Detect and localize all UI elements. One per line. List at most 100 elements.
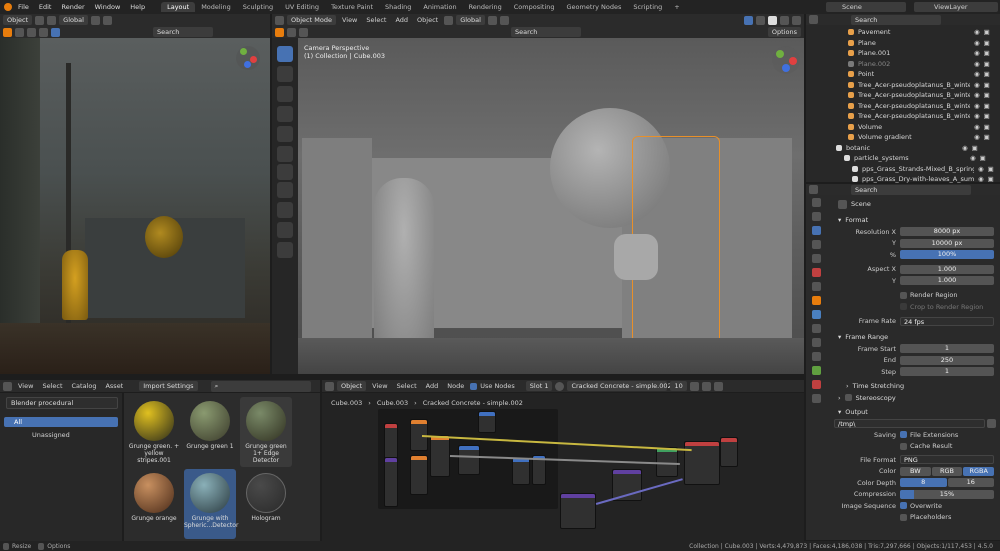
- editor-type-icon[interactable]: [275, 15, 284, 25]
- xray-icon[interactable]: [756, 15, 765, 25]
- node-mix-2[interactable]: [512, 457, 530, 485]
- outliner-item[interactable]: Pavement ◉ ▣: [836, 27, 1000, 38]
- render-camera-icon[interactable]: ▣: [984, 39, 990, 47]
- rendered-shading-icon[interactable]: [792, 15, 801, 25]
- select-extend-icon[interactable]: [27, 27, 36, 37]
- add-workspace-icon[interactable]: +: [668, 2, 685, 12]
- snapping-icon[interactable]: [487, 15, 497, 25]
- render-region-checkbox[interactable]: [900, 291, 907, 299]
- viewport-menu-view[interactable]: View: [339, 16, 360, 24]
- node-material-output[interactable]: [684, 441, 720, 485]
- outliner-item[interactable]: Tree_Acer-pseudoplatanus_B_winter.0 ◉ ▣: [836, 90, 1000, 101]
- tool-annotate-icon[interactable]: [277, 164, 293, 180]
- node-bump[interactable]: [560, 493, 596, 529]
- tool-add-cube-icon[interactable]: [277, 202, 293, 218]
- fake-user-icon[interactable]: [689, 381, 699, 391]
- resolution-percent-field[interactable]: 100%: [900, 250, 994, 260]
- render-camera-icon[interactable]: ▣: [984, 91, 990, 99]
- visibility-eye-icon[interactable]: ◉: [978, 175, 984, 183]
- outliner-type-icon[interactable]: [809, 15, 818, 24]
- asset-menu-view[interactable]: View: [15, 382, 36, 390]
- overlay-icon[interactable]: [744, 15, 753, 25]
- outliner-item[interactable]: Volume ◉ ▣: [836, 122, 1000, 133]
- gizmo-x-icon[interactable]: [789, 57, 797, 65]
- asset-thumbnail[interactable]: Grunge orange: [128, 469, 180, 539]
- select-box-icon-main[interactable]: [275, 27, 284, 37]
- node-mapping[interactable]: [384, 457, 398, 507]
- render-camera-icon[interactable]: ▣: [980, 154, 986, 162]
- render-preview[interactable]: [0, 38, 270, 374]
- visibility-eye-icon[interactable]: ◉: [974, 60, 980, 68]
- proportional-editing-icon[interactable]: [499, 15, 509, 25]
- placeholders-checkbox[interactable]: [900, 513, 907, 521]
- tab-sculpting[interactable]: Sculpting: [237, 2, 279, 12]
- viewport-menu-object[interactable]: Object: [414, 16, 441, 24]
- properties-type-icon[interactable]: [809, 185, 818, 194]
- asset-search[interactable]: ⌕: [210, 380, 311, 392]
- outliner-item[interactable]: botanic ◉ ▣: [836, 143, 1000, 154]
- visibility-eye-icon[interactable]: ◉: [974, 91, 980, 99]
- visibility-eye-icon[interactable]: ◉: [974, 28, 980, 36]
- output-path-field[interactable]: /tmp\: [834, 418, 985, 428]
- node-voronoi[interactable]: [430, 435, 450, 477]
- axis-x-icon[interactable]: [250, 56, 257, 63]
- outliner-item[interactable]: pps_Grass_Dry-with-leaves_A_sum ◉ ▣: [836, 174, 1000, 185]
- material-name-field[interactable]: Cracked Concrete - simple.002: [567, 381, 672, 391]
- color-rgba-button[interactable]: RGBA: [963, 466, 995, 476]
- tool-select-icon[interactable]: [277, 46, 293, 62]
- tab-shading[interactable]: Shading: [379, 2, 417, 12]
- resolution-y-field[interactable]: 10000 px: [900, 238, 994, 248]
- frame-step-field[interactable]: 1: [900, 367, 994, 377]
- frame-end-field[interactable]: 250: [900, 355, 994, 365]
- render-camera-icon[interactable]: ▣: [984, 81, 990, 89]
- left-mode-dropdown[interactable]: Object: [3, 15, 33, 25]
- asset-editor-type-icon[interactable]: [3, 381, 12, 391]
- tab-texture-paint[interactable]: Texture Paint: [325, 2, 379, 12]
- tab-modeling[interactable]: Modeling: [195, 2, 237, 12]
- crop-region-checkbox[interactable]: [900, 303, 907, 311]
- material-sphere-icon[interactable]: [555, 381, 565, 391]
- scene-tab-icon[interactable]: [812, 254, 821, 263]
- render-camera-icon[interactable]: ▣: [984, 112, 990, 120]
- node-noise-2[interactable]: [410, 455, 428, 495]
- outliner-item[interactable]: Point ◉ ▣: [836, 69, 1000, 80]
- material-shading-icon[interactable]: [780, 15, 789, 25]
- visibility-eye-icon[interactable]: ◉: [974, 133, 980, 141]
- asset-menu-select[interactable]: Select: [39, 382, 65, 390]
- depth-8-button[interactable]: 8: [900, 478, 947, 488]
- gizmo-z-icon[interactable]: [782, 64, 790, 72]
- breadcrumb-material[interactable]: Cracked Concrete - simple.002: [423, 399, 523, 407]
- frame-range-section-header[interactable]: ▾ Frame Range: [830, 331, 1000, 343]
- folder-icon[interactable]: [987, 418, 996, 428]
- left-orientation-dropdown[interactable]: Global: [59, 15, 88, 25]
- blender-logo-icon[interactable]: [4, 3, 12, 11]
- use-nodes-checkbox[interactable]: [470, 382, 478, 390]
- scene-selector[interactable]: Scene: [826, 2, 906, 12]
- outliner-item[interactable]: Tree_Acer-pseudoplatanus_B_winter.0 ◉ ▣: [836, 111, 1000, 122]
- tab-layout[interactable]: Layout: [161, 2, 196, 12]
- outliner-search[interactable]: Search: [851, 14, 941, 25]
- visibility-eye-icon[interactable]: ◉: [974, 81, 980, 89]
- asset-menu-asset[interactable]: Asset: [102, 382, 126, 390]
- asset-thumbnail[interactable]: Grunge green. + yellow stripes.001: [128, 397, 180, 467]
- outliner-item[interactable]: particle_systems ◉ ▣: [836, 153, 1000, 164]
- stereoscopy-header[interactable]: › Stereoscopy: [830, 392, 1000, 404]
- tool-transform-icon[interactable]: [277, 146, 293, 162]
- main-navigation-gizmo[interactable]: [772, 46, 800, 74]
- object-tab-icon[interactable]: [812, 296, 821, 305]
- time-stretching-header[interactable]: › Time Stretching: [830, 380, 1000, 392]
- collection-tab-icon[interactable]: [812, 282, 821, 291]
- tool-bevel-icon[interactable]: [277, 242, 293, 258]
- render-region-row[interactable]: Render Region: [830, 290, 1000, 302]
- outliner-item[interactable]: Tree_Acer-pseudoplatanus_B_winter.0 ◉ ▣: [836, 80, 1000, 91]
- particles-tab-icon[interactable]: [812, 324, 821, 333]
- transform-icon[interactable]: [47, 15, 57, 25]
- node-output-2[interactable]: [720, 437, 738, 467]
- left-search-field[interactable]: Search: [153, 27, 213, 37]
- render-camera-icon[interactable]: ▣: [984, 102, 990, 110]
- crop-region-row[interactable]: Crop to Render Region: [830, 301, 1000, 313]
- node-editor-type-icon[interactable]: [325, 381, 334, 391]
- node-mix-1[interactable]: [478, 411, 496, 433]
- render-camera-icon[interactable]: ▣: [984, 49, 990, 57]
- outliner-item[interactable]: Tree_Acer-pseudoplatanus_B_winter.0 ◉ ▣: [836, 101, 1000, 112]
